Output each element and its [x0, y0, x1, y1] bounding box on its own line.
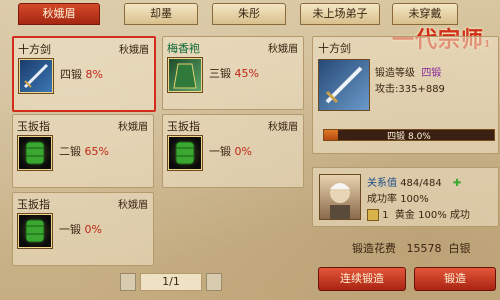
item-card-jade-ring[interactable]: 玉扳指 秋娥眉 一锻 0%	[12, 192, 154, 266]
success-rate-row: 成功率 100%	[367, 194, 429, 205]
item-card-sword[interactable]: 十方剑 秋娥眉 四锻 8%	[12, 36, 156, 112]
jade-ring-icon	[17, 135, 53, 171]
item-owner: 秋娥眉	[268, 122, 298, 133]
item-name: 玉扳指	[17, 120, 50, 133]
jade-ring-icon	[17, 213, 53, 249]
gold-item-icon[interactable]	[367, 209, 379, 221]
plus-icon[interactable]: ✚	[453, 178, 461, 189]
relation-row: 关系值 484/484 ✚	[367, 178, 462, 189]
jade-ring-icon	[167, 135, 203, 171]
item-name: 梅香袍	[167, 42, 200, 55]
forge-level: 四锻 8%	[60, 68, 103, 81]
sword-icon	[18, 58, 54, 94]
robe-icon	[167, 57, 203, 93]
forge-progress-bar: 四锻 8.0%	[323, 129, 495, 142]
forge-cost: 锻造花费 15578 白银	[352, 242, 471, 255]
forge-level: 一锻 0%	[59, 223, 102, 236]
sword-icon	[318, 59, 370, 111]
tab-zhu-tong[interactable]: 朱彤	[212, 3, 286, 25]
forge-level-info: 锻造等级 四锻	[375, 68, 442, 79]
item-card-jade-ring[interactable]: 玉扳指 秋娥眉 一锻 0%	[162, 114, 304, 188]
forge-progress-text: 四锻 8.0%	[387, 132, 431, 142]
item-name: 十方剑	[18, 43, 51, 56]
forge-level: 一锻 0%	[209, 145, 252, 158]
tab-que-mo[interactable]: 却墨	[124, 3, 198, 25]
item-owner: 秋娥眉	[119, 45, 149, 56]
forge-level: 三锻 45%	[209, 67, 259, 80]
item-owner: 秋娥眉	[118, 122, 148, 133]
item-detail-panel: 十方剑 锻造等级 四锻 攻击:335+889 四锻 8.0%	[312, 36, 499, 154]
item-name: 玉扳指	[167, 120, 200, 133]
item-owner: 秋娥眉	[118, 200, 148, 211]
item-name: 玉扳指	[17, 198, 50, 211]
item-card-robe[interactable]: 梅香袍 秋娥眉 三锻 45%	[162, 36, 304, 110]
smith-npc-panel: 关系值 484/484 ✚ 成功率 100% 1 黄金 100% 成功	[312, 167, 499, 227]
prev-page-button[interactable]	[120, 273, 136, 291]
continuous-forge-button[interactable]: 连续锻造	[318, 267, 406, 291]
detail-item-name: 十方剑	[318, 42, 351, 55]
attack-info: 攻击:335+889	[375, 84, 445, 95]
item-owner: 秋娥眉	[268, 44, 298, 55]
tab-unfielded-disciples[interactable]: 未上场弟子	[300, 3, 380, 25]
page-indicator: 1/1	[140, 273, 202, 291]
pager: 1/1	[120, 273, 222, 291]
smith-avatar	[319, 174, 361, 220]
gold-row: 1 黄金 100% 成功	[367, 206, 470, 221]
forge-level: 二锻 65%	[59, 145, 109, 158]
next-page-button[interactable]	[206, 273, 222, 291]
item-card-jade-ring[interactable]: 玉扳指 秋娥眉 二锻 65%	[12, 114, 154, 188]
forge-button[interactable]: 锻造	[414, 267, 496, 291]
tab-qiu-emei[interactable]: 秋娥眉	[18, 3, 100, 25]
